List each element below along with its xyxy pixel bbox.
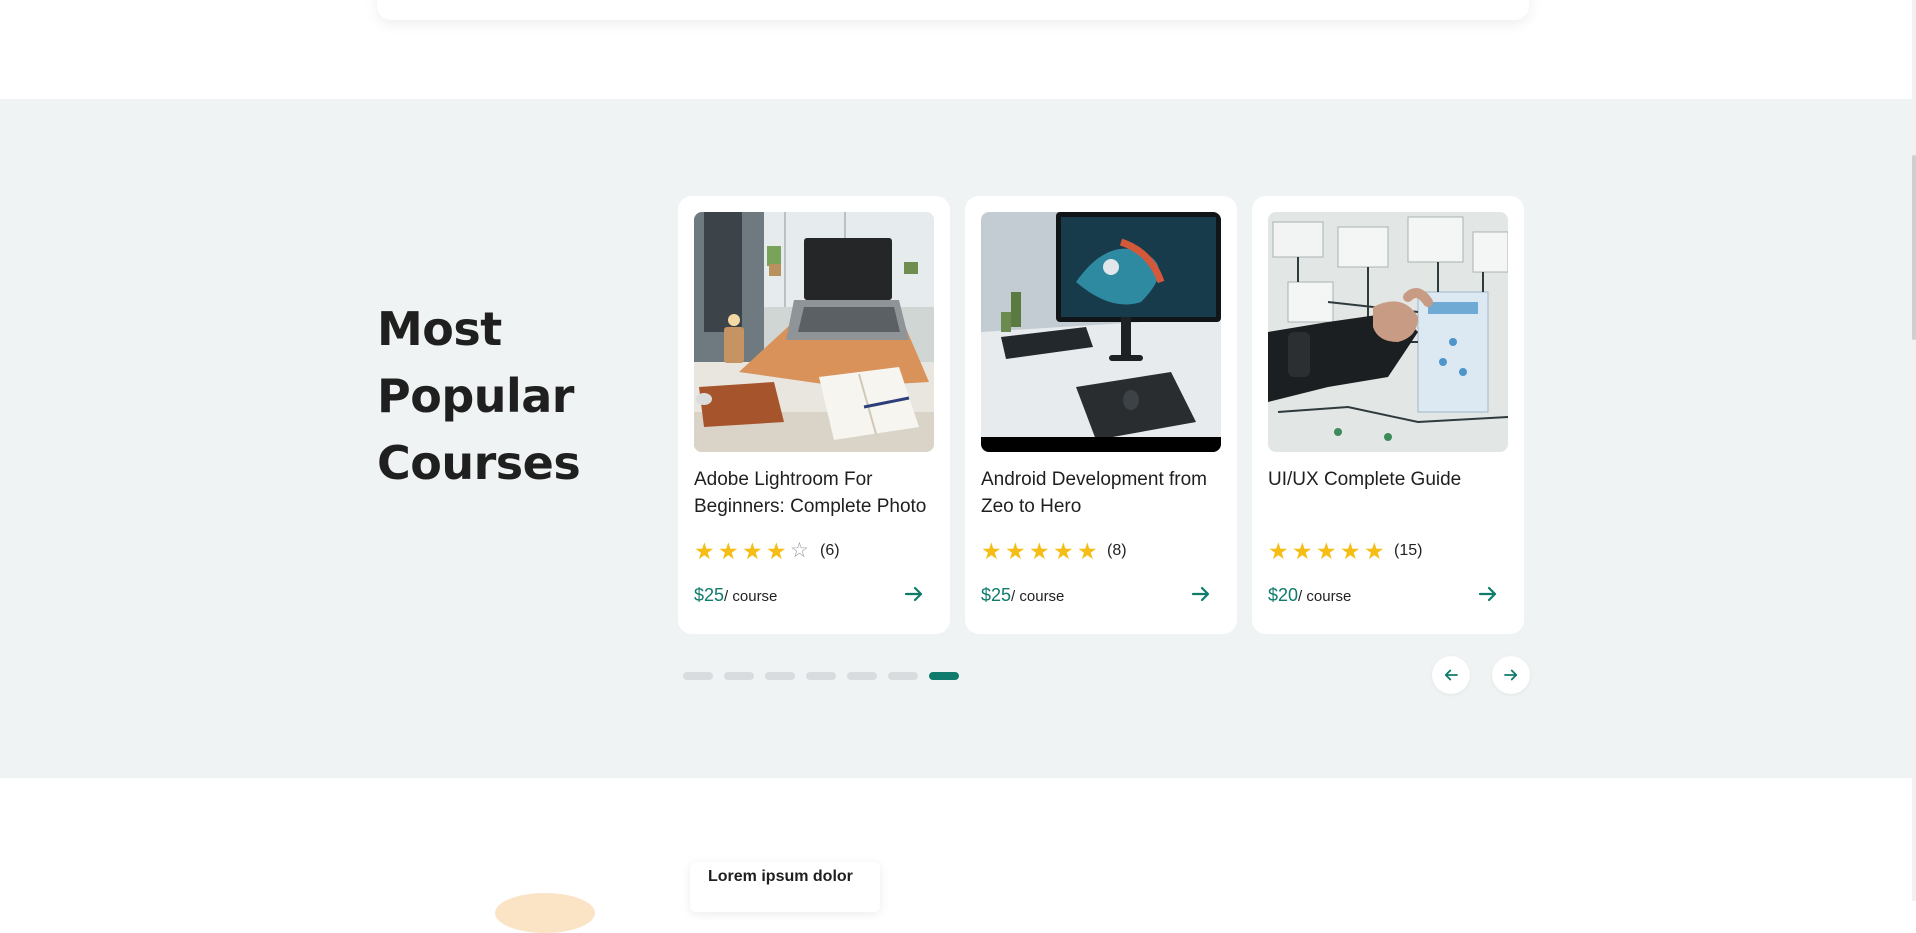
carousel-prev-button[interactable]: [1432, 656, 1470, 694]
course-card[interactable]: Adobe Lightroom For Beginners: Complete …: [678, 196, 950, 634]
arrow-left-icon: [1444, 669, 1458, 681]
course-rating: ★ ★ ★ ★ ☆ (6): [694, 539, 840, 563]
info-card: Lorem ipsum dolor: [690, 862, 880, 912]
arrow-right-icon[interactable]: [902, 582, 926, 606]
course-title[interactable]: Adobe Lightroom For Beginners: Complete …: [694, 466, 938, 520]
arrow-right-icon: [1504, 669, 1518, 681]
rating-count: (6): [820, 542, 840, 559]
star-filled-icon: ★: [742, 538, 763, 564]
laptop-desk-image: [694, 212, 934, 452]
star-filled-icon: ★: [1292, 538, 1313, 564]
star-filled-icon: ★: [1029, 538, 1050, 564]
course-rating: ★ ★ ★ ★ ★ (15): [1268, 539, 1422, 563]
monitor-desk-image: [981, 212, 1221, 452]
course-image[interactable]: [694, 212, 934, 452]
course-price: $25/ course: [694, 585, 777, 606]
star-filled-icon: ★: [1268, 538, 1289, 564]
star-filled-icon: ★: [766, 538, 787, 564]
page-scrollbar[interactable]: [1912, 0, 1916, 901]
price-unit: / course: [724, 588, 778, 605]
arrow-right-icon[interactable]: [1189, 582, 1213, 606]
heading-line: Courses: [377, 436, 581, 490]
star-filled-icon: ★: [1340, 538, 1361, 564]
star-filled-icon: ★: [1077, 538, 1098, 564]
price-unit: / course: [1011, 588, 1065, 605]
star-filled-icon: ★: [1053, 538, 1074, 564]
carousel-dot[interactable]: [765, 672, 795, 680]
course-image[interactable]: [1268, 212, 1508, 452]
star-filled-icon: ★: [1364, 538, 1385, 564]
carousel-pagination: [683, 672, 959, 680]
course-price: $20/ course: [1268, 585, 1351, 606]
carousel-dot[interactable]: [806, 672, 836, 680]
course-image[interactable]: [981, 212, 1221, 452]
price-amount: $25: [981, 585, 1012, 605]
wireframe-board-image: [1268, 212, 1508, 452]
course-title[interactable]: UI/UX Complete Guide: [1268, 466, 1512, 493]
star-filled-icon: ★: [1316, 538, 1337, 564]
price-unit: / course: [1298, 588, 1352, 605]
star-filled-icon: ★: [718, 538, 739, 564]
price-amount: $20: [1268, 585, 1299, 605]
carousel-dot[interactable]: [847, 672, 877, 680]
carousel-next-button[interactable]: [1492, 656, 1530, 694]
star-empty-icon: ☆: [790, 539, 809, 562]
rating-count: (15): [1394, 542, 1423, 559]
carousel-dot[interactable]: [683, 672, 713, 680]
carousel-dot[interactable]: [888, 672, 918, 680]
course-card[interactable]: UI/UX Complete Guide ★ ★ ★ ★ ★ (15) $20/…: [1252, 196, 1524, 634]
star-filled-icon: ★: [981, 538, 1002, 564]
arrow-right-icon[interactable]: [1476, 582, 1500, 606]
star-filled-icon: ★: [694, 538, 715, 564]
rating-count: (8): [1107, 542, 1127, 559]
course-rating: ★ ★ ★ ★ ★ (8): [981, 539, 1127, 563]
carousel-dot[interactable]: [724, 672, 754, 680]
course-price: $25/ course: [981, 585, 1064, 606]
star-filled-icon: ★: [1005, 538, 1026, 564]
heading-line: Most: [377, 302, 502, 356]
carousel-dot-active[interactable]: [929, 672, 959, 680]
heading-line: Popular: [377, 369, 575, 423]
scrollbar-thumb[interactable]: [1912, 155, 1916, 340]
course-card[interactable]: Android Development from Zeo to Hero ★ ★…: [965, 196, 1237, 634]
previous-section-card: [377, 0, 1529, 20]
price-amount: $25: [694, 585, 725, 605]
section-heading: Most Popular Courses: [377, 296, 637, 497]
course-title[interactable]: Android Development from Zeo to Hero: [981, 466, 1225, 520]
decorative-blob: [495, 893, 595, 933]
info-card-text: Lorem ipsum dolor: [708, 868, 853, 885]
